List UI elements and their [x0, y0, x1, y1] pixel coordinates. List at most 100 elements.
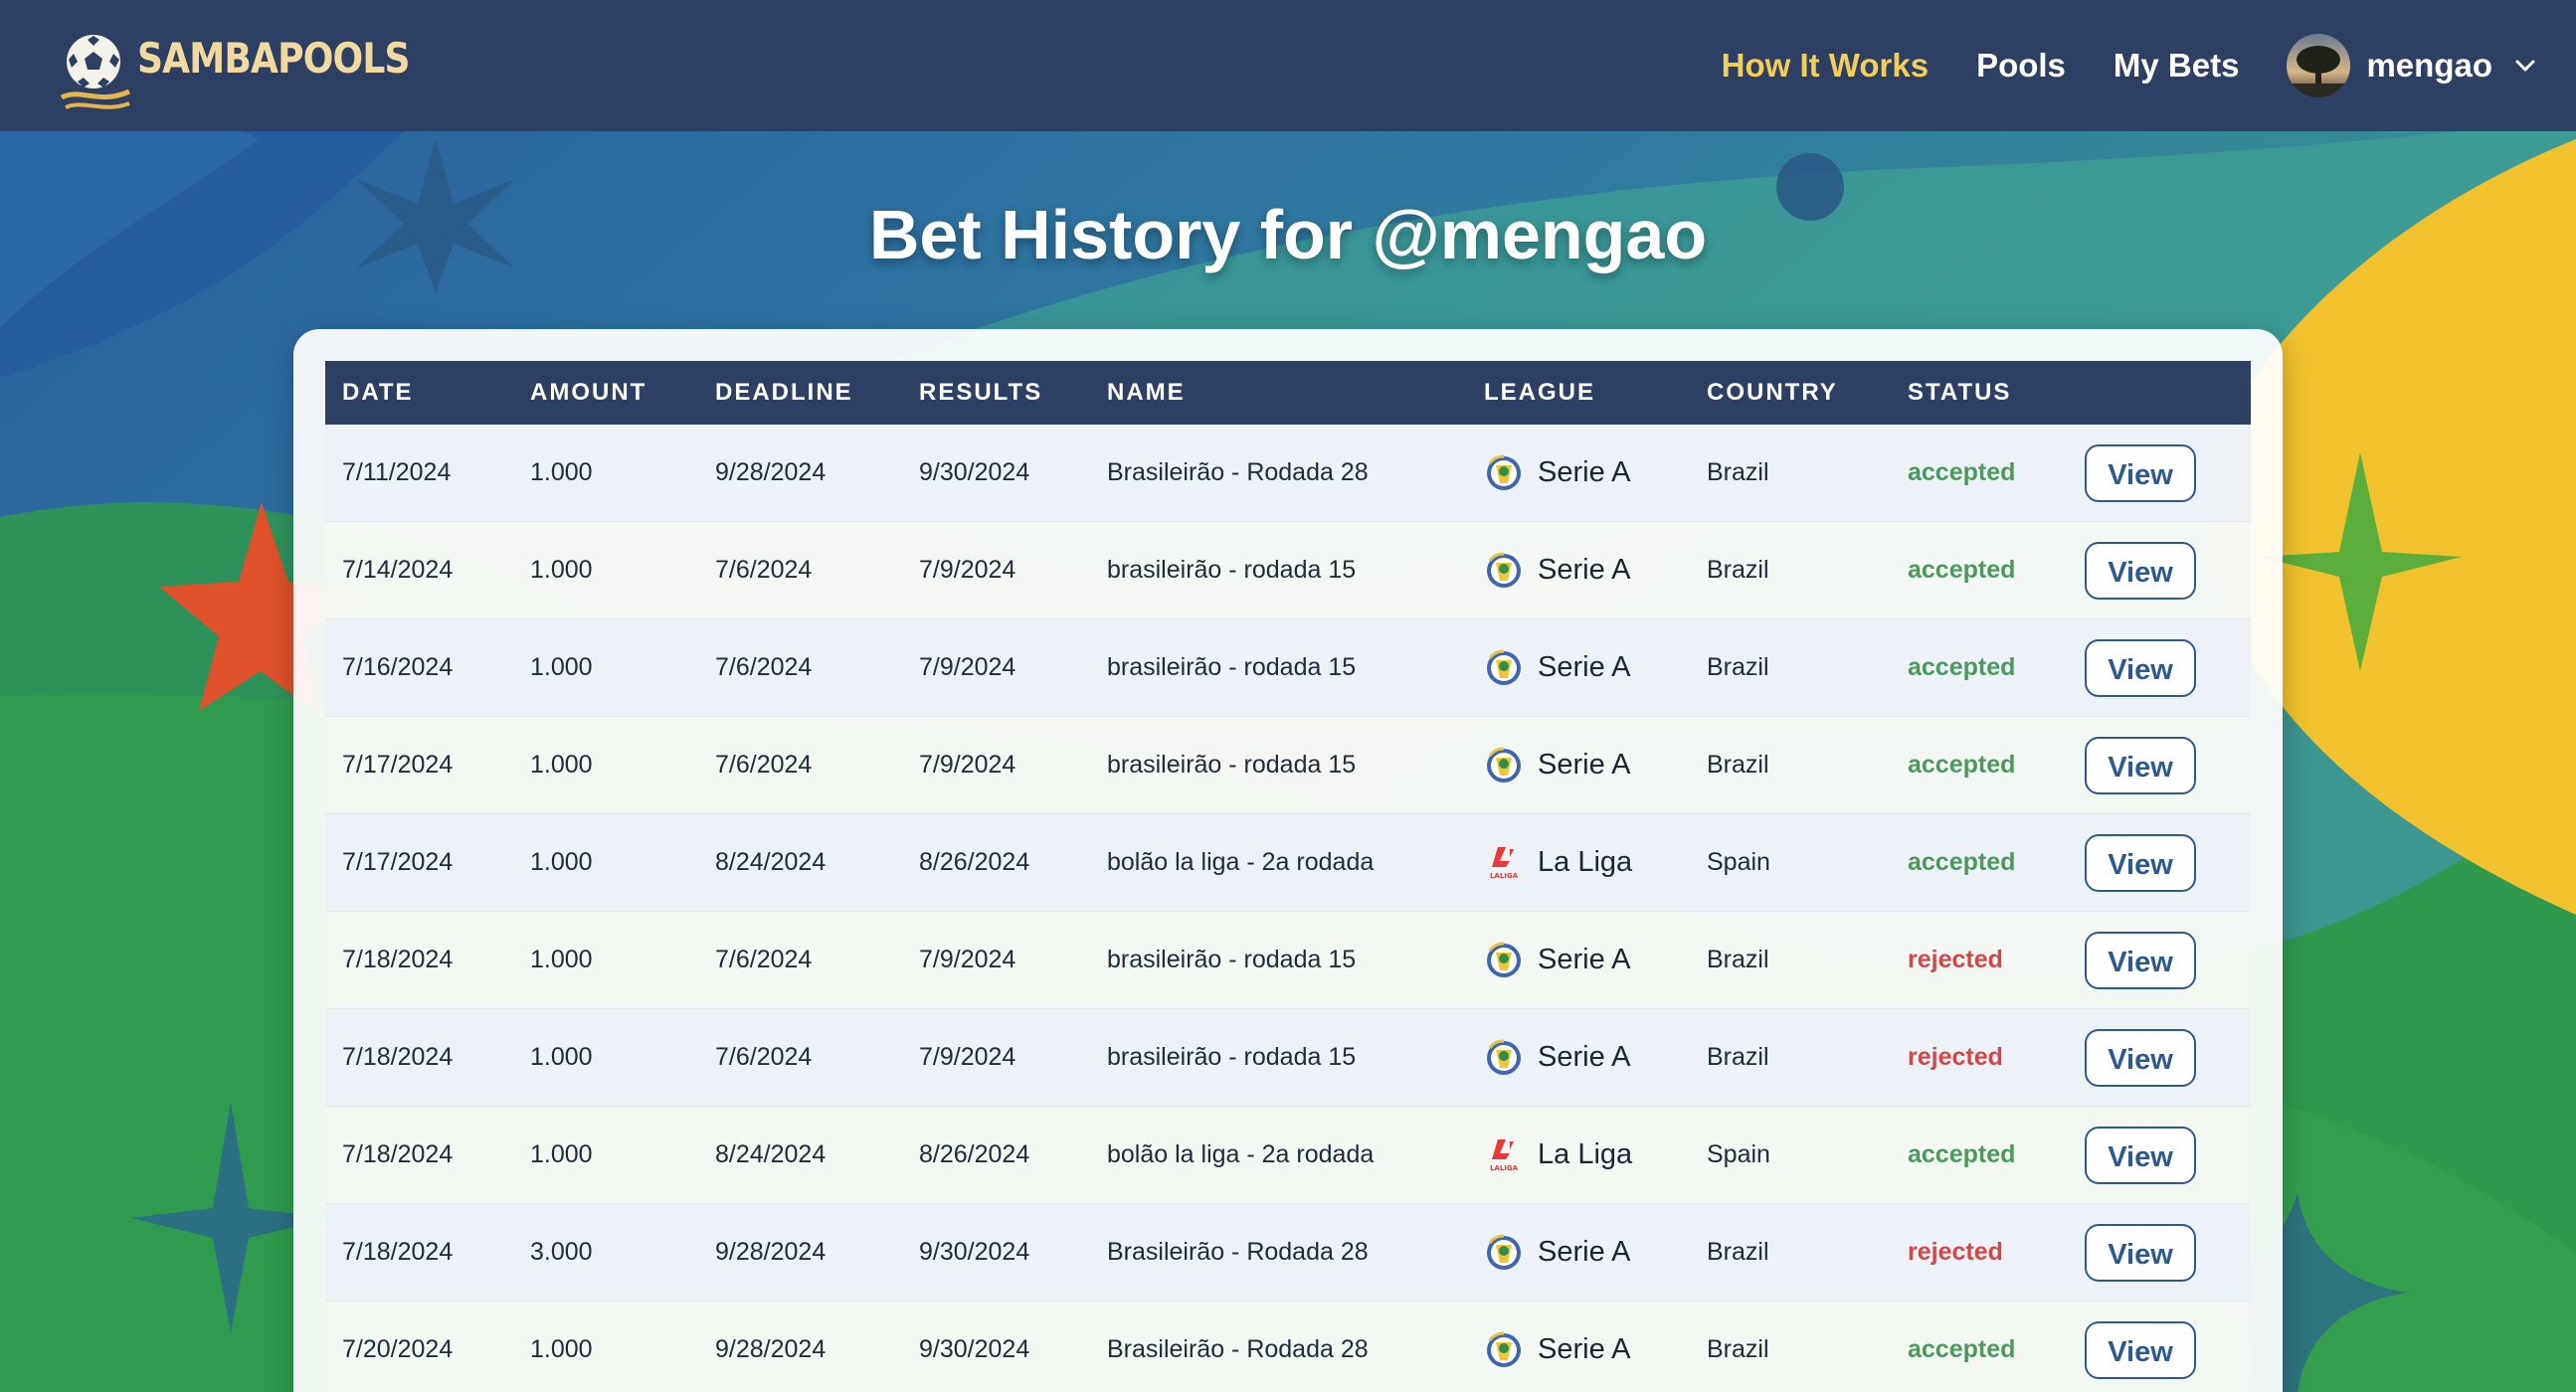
cell-amount: 1.000 — [513, 1106, 698, 1204]
column-header-results[interactable]: RESULTS — [902, 361, 1090, 425]
cell-results: 9/30/2024 — [902, 1203, 1090, 1302]
cell-results: 7/9/2024 — [902, 521, 1090, 619]
cell-country: Spain — [1690, 1106, 1891, 1204]
cell-date: 7/11/2024 — [325, 425, 513, 522]
cell-country: Spain — [1690, 813, 1891, 912]
cell-league: Serie A — [1467, 1203, 1690, 1302]
nav-link-how-it-works[interactable]: How It Works — [1722, 47, 1929, 85]
cell-status: accepted — [1891, 425, 2068, 522]
view-button[interactable]: View — [2085, 638, 2196, 697]
cell-league: Serie A — [1467, 911, 1690, 1009]
cell-amount: 1.000 — [513, 716, 698, 814]
cell-action: View — [2068, 1008, 2251, 1107]
view-button[interactable]: View — [2085, 1126, 2196, 1184]
laliga-logo-icon: LALIGA — [1484, 843, 1524, 883]
laliga-logo-icon: LALIGA — [1484, 1135, 1524, 1175]
league-name: Serie A — [1538, 1041, 1631, 1073]
cell-status: rejected — [1891, 1008, 2068, 1107]
cell-league: Serie A — [1467, 716, 1690, 814]
cell-league: LALIGA La Liga — [1467, 813, 1690, 912]
cell-amount: 3.000 — [513, 1203, 698, 1302]
status-badge: accepted — [1908, 556, 2016, 584]
view-button[interactable]: View — [2085, 443, 2196, 502]
view-button[interactable]: View — [2085, 1223, 2196, 1282]
status-badge: accepted — [1908, 653, 2016, 681]
user-menu[interactable]: mengao — [2287, 34, 2536, 97]
table-row: 7/17/2024 1.000 8/24/2024 8/26/2024 bolã… — [325, 813, 2251, 912]
cell-name: brasileirão - rodada 15 — [1090, 911, 1467, 1009]
cell-status: accepted — [1891, 618, 2068, 717]
status-badge: accepted — [1908, 1335, 2016, 1363]
serie-a-logo-icon — [1484, 551, 1524, 591]
view-button[interactable]: View — [2085, 833, 2196, 892]
cell-country: Brazil — [1690, 1301, 1891, 1392]
view-button[interactable]: View — [2085, 1320, 2196, 1379]
cell-deadline: 9/28/2024 — [698, 1203, 902, 1302]
view-button[interactable]: View — [2085, 931, 2196, 989]
cell-results: 9/30/2024 — [902, 425, 1090, 522]
cell-name: brasileirão - rodada 15 — [1090, 521, 1467, 619]
cell-name: Brasileirão - Rodada 28 — [1090, 1301, 1467, 1392]
cell-status: accepted — [1891, 521, 2068, 619]
cell-date: 7/18/2024 — [325, 1203, 513, 1302]
cell-league: Serie A — [1467, 521, 1690, 619]
league-cell: Serie A — [1484, 1009, 1690, 1106]
league-cell: LALIGA La Liga — [1484, 1107, 1690, 1203]
column-header-deadline[interactable]: DEADLINE — [698, 361, 902, 425]
league-cell: Serie A — [1484, 912, 1690, 1008]
nav-link-pools[interactable]: Pools — [1976, 47, 2066, 85]
serie-a-logo-icon — [1484, 746, 1524, 785]
column-header-league[interactable]: LEAGUE — [1467, 361, 1690, 425]
league-cell: Serie A — [1484, 1204, 1690, 1301]
cell-action: View — [2068, 1203, 2251, 1302]
cell-name: brasileirão - rodada 15 — [1090, 1008, 1467, 1107]
cell-country: Brazil — [1690, 425, 1891, 522]
table-row: 7/18/2024 1.000 7/6/2024 7/9/2024 brasil… — [325, 911, 2251, 1009]
top-navbar: SAMBAPOOLS How It Works Pools My Bets me… — [0, 0, 2576, 131]
brand-logo[interactable]: SAMBAPOOLS — [60, 22, 454, 111]
table-body: 7/11/2024 1.000 9/28/2024 9/30/2024 Bras… — [325, 425, 2251, 1392]
cell-action: View — [2068, 1106, 2251, 1204]
column-header-country[interactable]: COUNTRY — [1690, 361, 1891, 425]
cell-date: 7/17/2024 — [325, 716, 513, 814]
view-button[interactable]: View — [2085, 736, 2196, 794]
cell-deadline: 9/28/2024 — [698, 425, 902, 522]
league-cell: Serie A — [1484, 522, 1690, 618]
main-nav: How It Works Pools My Bets mengao — [1674, 0, 2536, 131]
status-badge: accepted — [1908, 848, 2016, 876]
cell-country: Brazil — [1690, 1008, 1891, 1107]
cell-results: 7/9/2024 — [902, 618, 1090, 717]
table-row: 7/18/2024 1.000 7/6/2024 7/9/2024 brasil… — [325, 1008, 2251, 1107]
table-row: 7/16/2024 1.000 7/6/2024 7/9/2024 brasil… — [325, 618, 2251, 717]
column-header-status[interactable]: STATUS — [1891, 361, 2068, 425]
table-row: 7/18/2024 1.000 8/24/2024 8/26/2024 bolã… — [325, 1106, 2251, 1204]
league-name: Serie A — [1538, 1333, 1631, 1365]
cell-deadline: 7/6/2024 — [698, 1008, 902, 1107]
view-button[interactable]: View — [2085, 541, 2196, 600]
cell-deadline: 7/6/2024 — [698, 618, 902, 717]
cell-action: View — [2068, 911, 2251, 1009]
column-header-name[interactable]: NAME — [1090, 361, 1467, 425]
status-badge: rejected — [1908, 946, 2003, 973]
cell-results: 7/9/2024 — [902, 716, 1090, 814]
column-header-date[interactable]: DATE — [325, 361, 513, 425]
cell-amount: 1.000 — [513, 1008, 698, 1107]
cell-deadline: 9/28/2024 — [698, 1301, 902, 1392]
serie-a-logo-icon — [1484, 648, 1524, 688]
tree-sunset-avatar-icon — [2287, 34, 2351, 97]
column-header-amount[interactable]: AMOUNT — [513, 361, 698, 425]
cell-deadline: 8/24/2024 — [698, 1106, 902, 1204]
nav-link-my-bets[interactable]: My Bets — [2114, 47, 2240, 85]
cell-league: Serie A — [1467, 618, 1690, 717]
cell-deadline: 8/24/2024 — [698, 813, 902, 912]
cell-date: 7/18/2024 — [325, 1106, 513, 1204]
status-badge: rejected — [1908, 1043, 2003, 1071]
table-row: 7/17/2024 1.000 7/6/2024 7/9/2024 brasil… — [325, 716, 2251, 814]
cell-country: Brazil — [1690, 911, 1891, 1009]
chevron-down-icon — [2515, 60, 2535, 72]
serie-a-logo-icon — [1484, 1038, 1524, 1078]
cell-status: rejected — [1891, 1203, 2068, 1302]
cell-amount: 1.000 — [513, 425, 698, 522]
cell-status: accepted — [1891, 1106, 2068, 1204]
view-button[interactable]: View — [2085, 1028, 2196, 1087]
